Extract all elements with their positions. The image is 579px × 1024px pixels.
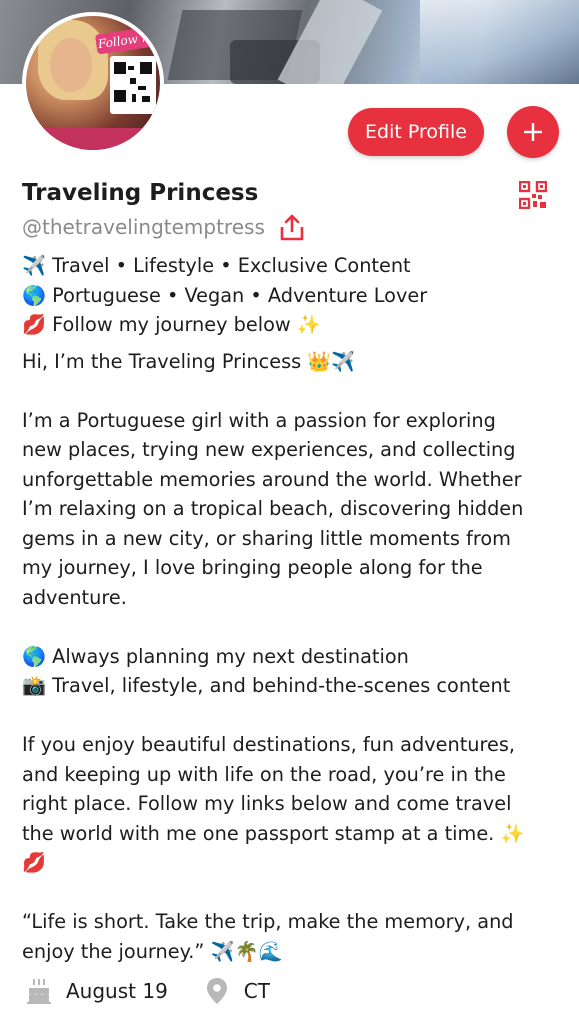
location-text: CT: [243, 979, 270, 1003]
bio-line: my journey, I love bringing people along…: [22, 556, 483, 579]
handle-row: @thetravelingtemptress: [22, 213, 305, 241]
bio-line: and keeping up with life on the road, yo…: [22, 762, 506, 786]
bio-line: adventure.: [22, 585, 127, 609]
bio-line: gems in a new city, or sharing little mo…: [22, 526, 511, 550]
qr-code-icon[interactable]: [519, 181, 547, 209]
bio-points: 🌎 Always planning my next destination 📸 …: [22, 642, 562, 701]
bio-line: I’m a Portuguese girl with a passion for…: [22, 408, 496, 432]
avatar-art: [50, 38, 92, 92]
bio-paragraph: If you enjoy beautiful destinations, fun…: [22, 730, 562, 878]
plus-icon: [524, 123, 542, 141]
banner-decor: [420, 0, 579, 84]
location-pin-icon: [206, 978, 227, 1004]
profile-name: Traveling Princess: [22, 180, 259, 206]
bio-line: “Life is short. Take the trip, make the …: [22, 910, 514, 933]
avatar[interactable]: Follow me: [22, 12, 164, 154]
add-button[interactable]: [507, 106, 559, 158]
bio-quote: “Life is short. Take the trip, make the …: [22, 907, 562, 966]
birthday-cake-icon: [27, 979, 51, 1004]
bio-line: 💋: [22, 851, 47, 874]
share-icon[interactable]: [279, 213, 305, 241]
avatar-badge: Follow me: [94, 25, 160, 55]
avatar-art: [26, 128, 160, 150]
bio-tagline: ✈️ Travel • Lifestyle • Exclusive Conten…: [22, 254, 411, 277]
bio-intro: Hi, I’m the Traveling Princess 👑✈️: [22, 349, 356, 373]
edit-profile-button[interactable]: Edit Profile: [348, 108, 484, 156]
bio-line: right place. Follow my links below and c…: [22, 792, 512, 815]
profile-handle: @thetravelingtemptress: [22, 215, 265, 239]
bio-point: 🌎 Always planning my next destination: [22, 644, 409, 668]
bio-line: If you enjoy beautiful destinations, fun…: [22, 733, 516, 756]
bio-line: unforgettable memories around the world.…: [22, 467, 522, 491]
bio-line: enjoy the journey.” ✈️🌴🌊: [22, 939, 283, 963]
bio-line: new places, trying new experiences, and …: [22, 438, 516, 461]
avatar-qr: [110, 56, 156, 114]
bio-paragraph: I’m a Portuguese girl with a passion for…: [22, 406, 562, 613]
birthday-text: August 19: [66, 979, 168, 1003]
profile-meta: August 19 CT: [24, 976, 270, 1006]
bio-tagline: 💋 Follow my journey below ✨: [22, 313, 321, 336]
bio-line: the world with me one passport stamp at …: [22, 821, 525, 845]
bio-point: 📸 Travel, lifestyle, and behind-the-scen…: [22, 674, 511, 697]
bio-line: I’m relaxing on a tropical beach, discov…: [22, 497, 524, 520]
bio-tagline: 🌎 Portuguese • Vegan • Adventure Lover: [22, 283, 428, 307]
bio: ✈️ Travel • Lifestyle • Exclusive Conten…: [22, 251, 562, 966]
